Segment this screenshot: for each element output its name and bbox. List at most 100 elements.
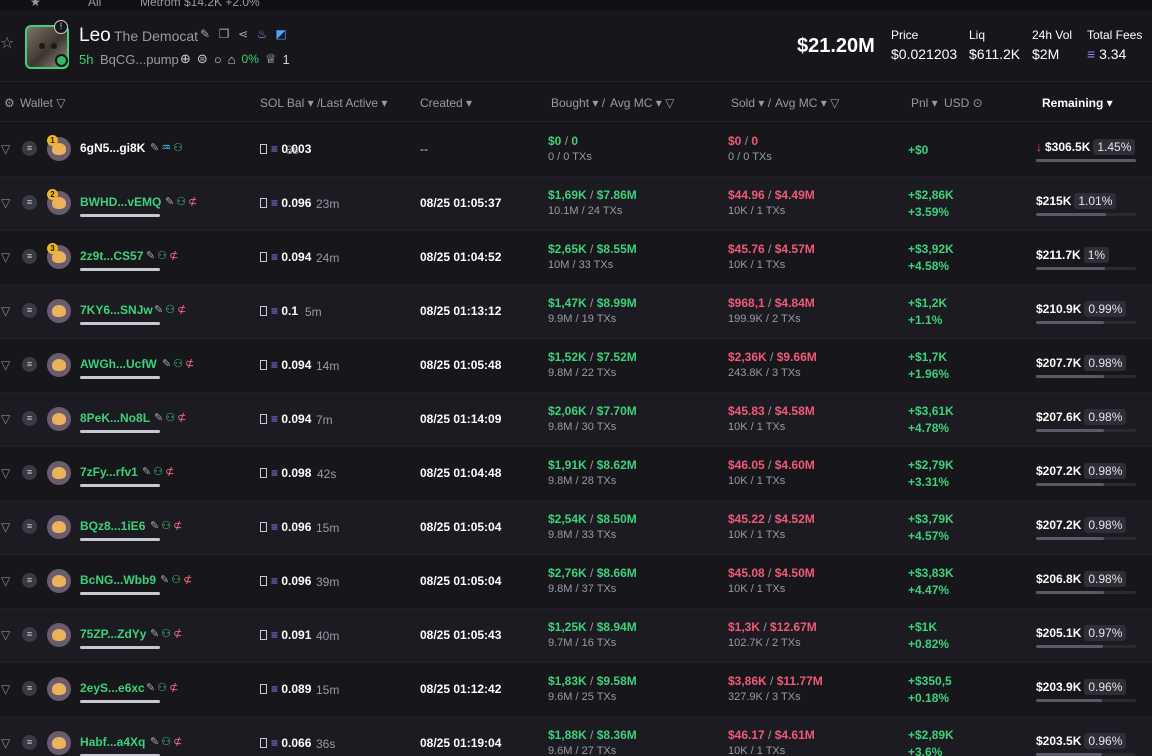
verified-icon[interactable]: ◩	[274, 27, 288, 41]
filter-icon[interactable]: ▽	[1, 736, 10, 750]
table-row[interactable]: ▽ ≡ 2 BWHD...vEMQ ✎⚇⊄ ≡ 0.096 23m 08/25 01:05:3…	[0, 177, 1152, 231]
filter-icon[interactable]: ▽	[1, 682, 10, 696]
col-sol-bal[interactable]: SOL Bal ▾ /	[260, 96, 320, 110]
filter-icon[interactable]: ▽	[1, 304, 10, 318]
wallet-avatar[interactable]	[47, 569, 71, 593]
menu-icon[interactable]: ≡	[22, 303, 37, 318]
menu-icon[interactable]: ≡	[22, 249, 37, 264]
col-pnl[interactable]: Pnl ▾	[911, 96, 938, 110]
edit-icon[interactable]: ✎	[162, 358, 173, 370]
wallet-settings-icon[interactable]: ⚙	[4, 96, 15, 110]
bought-amount: $1,91K / $8.62M	[548, 458, 637, 472]
wallet-avatar[interactable]	[47, 515, 71, 539]
wallet-address[interactable]: 2z9t...CS57	[80, 249, 143, 263]
menu-icon[interactable]: ≡	[22, 735, 37, 750]
copy-icon[interactable]: ❐	[217, 27, 231, 41]
edit-icon[interactable]: ✎	[154, 304, 165, 316]
filter-icon[interactable]: ▽	[1, 250, 10, 264]
edit-icon[interactable]: ✎	[150, 520, 161, 532]
info-icon[interactable]: !	[54, 20, 68, 34]
wallet-address[interactable]: 6gN5...gi8K	[80, 141, 145, 155]
menu-icon[interactable]: ≡	[22, 141, 37, 156]
edit-icon[interactable]: ✎	[146, 250, 157, 262]
wallet-address[interactable]: 75ZP...ZdYy	[80, 627, 146, 641]
table-row[interactable]: ▽ ≡ BQz8...1iE6 ✎⚇⊄ ≡ 0.096 15m 08/25 01:05:04…	[0, 501, 1152, 555]
filter-icon[interactable]: ▽	[1, 142, 10, 156]
menu-icon[interactable]: ≡	[22, 411, 37, 426]
table-row[interactable]: ▽ ≡ 75ZP...ZdYy ✎⚇⊄ ≡ 0.091 40m 08/25 01:05:43…	[0, 609, 1152, 663]
wallet-avatar[interactable]	[47, 299, 71, 323]
edit-icon[interactable]: ✎	[154, 412, 165, 424]
filter-icon[interactable]: ▽	[1, 628, 10, 642]
edit-icon[interactable]: ✎	[150, 628, 161, 640]
menu-icon[interactable]: ≡	[22, 195, 37, 210]
sol-balance: ≡ 0.096	[260, 520, 311, 534]
wallet-avatar[interactable]	[47, 353, 71, 377]
star-icon[interactable]: ★	[30, 0, 41, 9]
col-bought[interactable]: Bought ▾ /	[551, 96, 605, 110]
edit-icon[interactable]: ✎	[142, 466, 153, 478]
col-usd-toggle[interactable]: USD ⊙	[944, 96, 983, 110]
col-sold[interactable]: Sold ▾ /	[731, 96, 771, 110]
wallet-address[interactable]: BQz8...1iE6	[80, 519, 145, 533]
wallet-avatar[interactable]	[47, 677, 71, 701]
wallet-address[interactable]: 7zFy...rfv1	[80, 465, 138, 479]
menu-icon[interactable]: ≡	[22, 357, 37, 372]
wallet-avatar[interactable]	[47, 407, 71, 431]
filter-icon[interactable]: ▽	[1, 520, 10, 534]
sell-tag-icon: ⊄	[169, 682, 181, 694]
filter-icon[interactable]: ▽	[1, 466, 10, 480]
edit-icon[interactable]: ✎	[160, 574, 171, 586]
menu-icon[interactable]: ≡	[22, 573, 37, 588]
wallet-avatar[interactable]	[47, 731, 71, 755]
fire-icon[interactable]: ♨	[255, 27, 269, 41]
table-row[interactable]: ▽ ≡ 8PeK...No8L ✎⚇⊄ ≡ 0.094 7m 08/25 01:14:09 $…	[0, 393, 1152, 447]
menu-icon[interactable]: ≡	[22, 681, 37, 696]
table-row[interactable]: ▽ ≡ AWGh...UcfW ✎⚇⊄ ≡ 0.094 14m 08/25 01:05:48…	[0, 339, 1152, 393]
col-bought-avg-mc[interactable]: Avg MC ▾ ▽	[610, 96, 674, 110]
col-created[interactable]: Created ▾	[420, 96, 472, 110]
wallet-avatar[interactable]	[47, 623, 71, 647]
table-row[interactable]: ▽ ≡ Habf...a4Xq ✎⚇⊄ ≡ 0.066 36s 08/25 01:19:04…	[0, 717, 1152, 756]
wallet-address[interactable]: 7KY6...SNJw	[80, 303, 153, 317]
edit-icon[interactable]: ✎	[150, 142, 161, 154]
filter-icon[interactable]: ▽	[1, 412, 10, 426]
table-row[interactable]: ▽ ≡ BcNG...Wbb9 ✎⚇⊄ ≡ 0.096 39m 08/25 01:05:04…	[0, 555, 1152, 609]
website-icon[interactable]: ⊕	[180, 51, 191, 67]
menu-icon[interactable]: ≡	[22, 519, 37, 534]
favorite-star-icon[interactable]: ☆	[0, 36, 16, 52]
wallet-address[interactable]: 8PeK...No8L	[80, 411, 150, 425]
col-last-active[interactable]: Last Active ▾	[320, 96, 387, 110]
table-row[interactable]: ▽ ≡ 7KY6...SNJw ✎⚇⊄ ≡ 0.1 5m 08/25 01:13:12 $1,…	[0, 285, 1152, 339]
edit-icon[interactable]: ✎	[146, 682, 157, 694]
wallet-address[interactable]: BcNG...Wbb9	[80, 573, 156, 587]
table-row[interactable]: ▽ ≡ 7zFy...rfv1 ✎⚇⊄ ≡ 0.098 42s 08/25 01:04:48…	[0, 447, 1152, 501]
menu-icon[interactable]: ≡	[22, 465, 37, 480]
col-wallet[interactable]: Wallet ▽	[20, 96, 65, 110]
filter-icon[interactable]: ▽	[1, 358, 10, 372]
wallet-address[interactable]: 2eyS...e6xc	[80, 681, 145, 695]
list-icon[interactable]: ⊜	[197, 51, 208, 67]
wallet-tags: ✎⚇⊄	[160, 573, 194, 586]
table-row[interactable]: ▽ ≡ 3 2z9t...CS57 ✎⚇⊄ ≡ 0.094 24m 08/25 01:04:5…	[0, 231, 1152, 285]
table-row[interactable]: ▽ ≡ 2eyS...e6xc ✎⚇⊄ ≡ 0.089 15m 08/25 01:12:42…	[0, 663, 1152, 717]
wallet-address[interactable]: BWHD...vEMQ	[80, 195, 161, 209]
col-remaining[interactable]: Remaining ▾	[1042, 96, 1113, 110]
token-address[interactable]: BqCG...pump	[100, 52, 179, 67]
crown-icon[interactable]: ♕	[265, 51, 277, 67]
col-sold-avg-mc[interactable]: Avg MC ▾ ▽	[775, 96, 839, 110]
all-filter[interactable]: All	[88, 0, 101, 9]
search-icon[interactable]: ○	[214, 52, 222, 67]
filter-icon[interactable]: ▽	[1, 196, 10, 210]
table-row[interactable]: ▽ ≡ 1 6gN5...gi8K ✎♒⚇ ≡ 0.003 8s -- $0 / 00 / 0 …	[0, 123, 1152, 177]
wallet-address[interactable]: Habf...a4Xq	[80, 735, 145, 749]
edit-icon[interactable]: ✎	[150, 736, 161, 748]
edit-icon[interactable]: ✎	[198, 27, 212, 41]
share-icon[interactable]: ⋖	[236, 27, 250, 41]
wallet-address[interactable]: AWGh...UcfW	[80, 357, 157, 371]
holders-icon[interactable]: ⌂	[228, 52, 236, 67]
menu-icon[interactable]: ≡	[22, 627, 37, 642]
edit-icon[interactable]: ✎	[165, 196, 176, 208]
filter-icon[interactable]: ▽	[1, 574, 10, 588]
wallet-avatar[interactable]	[47, 461, 71, 485]
